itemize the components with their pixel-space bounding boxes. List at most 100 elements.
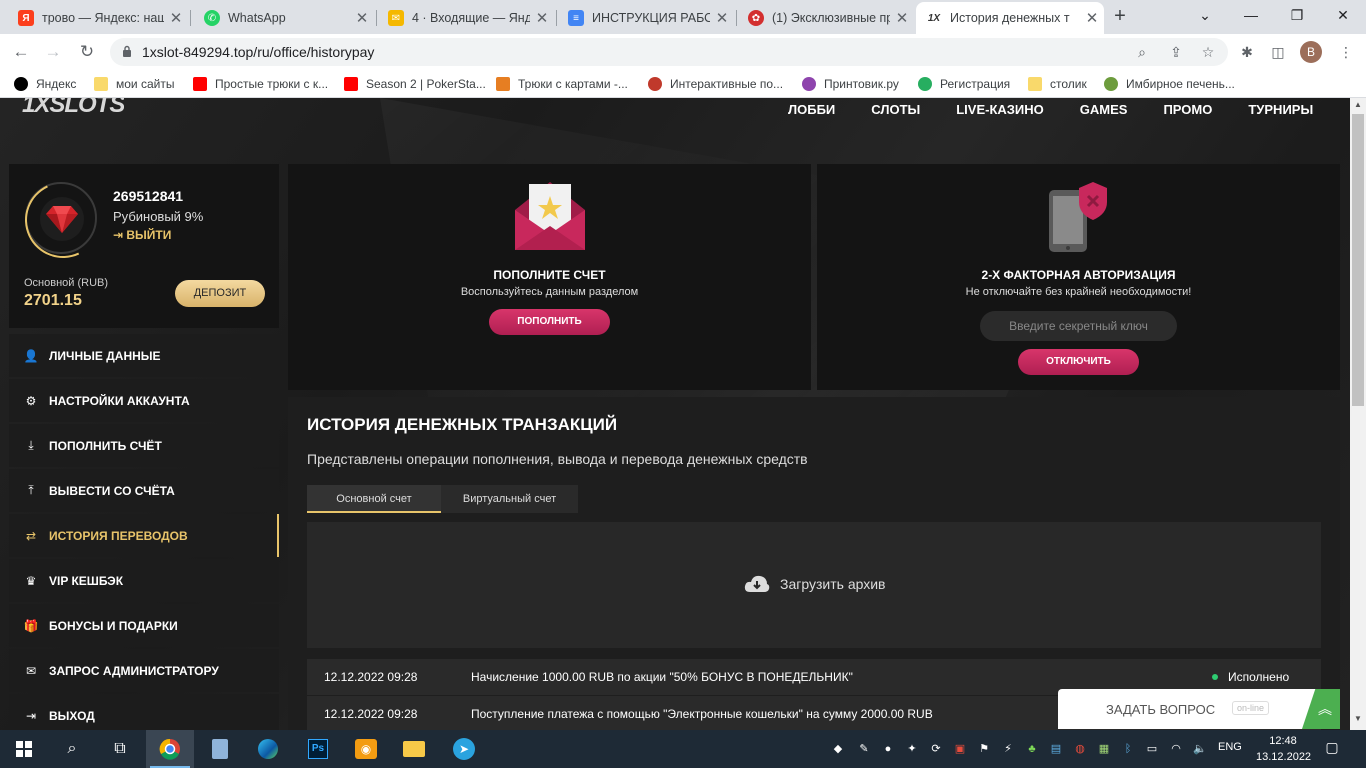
menu-item-transfer-history[interactable]: ⇄ ИСТОРИЯ ПЕРЕВОДОВ (9, 514, 279, 557)
browser-tab-docs[interactable]: ≡ ИНСТРУКЦИЯ РАБОТ ✕ (558, 2, 734, 34)
menu-item-account-settings[interactable]: ⚙ НАСТРОЙКИ АККАУНТА (9, 379, 279, 422)
browser-menu-icon[interactable]: ⋮ (1336, 42, 1356, 62)
download-archive-button[interactable]: Загрузить архив (744, 574, 886, 594)
notifications-icon[interactable]: ▢ (1322, 739, 1342, 759)
tray-app-icon[interactable]: ▦ (1096, 741, 1112, 757)
close-tab-icon[interactable]: ✕ (710, 9, 734, 27)
tray-app-icon[interactable]: ⚡ (1000, 741, 1016, 757)
site-logo[interactable]: 1XSLOTS (22, 98, 124, 120)
eye-app-icon[interactable]: ◉ (342, 730, 390, 768)
tab-virtual-account[interactable]: Виртуальный счет (441, 485, 578, 513)
bookmark-item[interactable]: Интерактивные по... (648, 76, 783, 92)
nav-lobby[interactable]: ЛОББИ (788, 102, 835, 117)
volume-icon[interactable]: 🔈 (1192, 741, 1208, 757)
bookmark-star-icon[interactable]: ☆ (1198, 42, 1218, 62)
search-icon[interactable]: ⌕ (48, 730, 96, 768)
menu-item-deposit[interactable]: ⤓ ПОПОЛНИТЬ СЧЁТ (9, 424, 279, 467)
forward-button[interactable]: → (40, 39, 66, 65)
close-tab-icon[interactable]: ✕ (1080, 9, 1104, 27)
tray-app-icon[interactable]: ⚑ (976, 741, 992, 757)
calculator-icon[interactable] (196, 730, 244, 768)
tab-main-account[interactable]: Основной счет (307, 485, 441, 513)
nav-tournaments[interactable]: ТУРНИРЫ (1248, 102, 1313, 117)
browser-tab-whatsapp[interactable]: ✆ WhatsApp ✕ (194, 2, 374, 34)
system-clock[interactable]: 12:48 13.12.2022 (1256, 733, 1312, 765)
menu-item-withdraw[interactable]: ⤒ ВЫВЕСТИ СО СЧЁТА (9, 469, 279, 512)
top-up-button[interactable]: ПОПОЛНИТЬ (489, 309, 610, 335)
nav-live-casino[interactable]: LIVE-КАЗИНО (956, 102, 1044, 117)
start-button[interactable] (0, 730, 48, 768)
maximize-button[interactable]: ❐ (1274, 0, 1320, 30)
bookmark-item[interactable]: мои сайты (94, 76, 174, 92)
extensions-icon[interactable]: ✱ (1237, 42, 1257, 62)
scroll-down-icon[interactable]: ▼ (1350, 712, 1366, 726)
task-view-icon[interactable]: ⧉ (96, 730, 144, 768)
battery-icon[interactable]: ▭ (1144, 741, 1160, 757)
browser-tab-exclusive[interactable]: ✿ (1) Эксклюзивные пр ✕ (738, 2, 914, 34)
browser-tab-yandex[interactable]: Я трово — Яндекс: наш ✕ (8, 2, 188, 34)
tray-app-icon[interactable]: ♣ (1024, 741, 1040, 757)
tray-chrome-icon[interactable]: ● (880, 741, 896, 757)
tray-app-icon[interactable]: ▤ (1048, 741, 1064, 757)
profile-avatar[interactable]: В (1300, 41, 1322, 63)
deposit-button[interactable]: ДЕПОЗИТ (175, 280, 265, 307)
bookmark-item[interactable]: столик (1028, 76, 1087, 92)
lock-icon[interactable] (122, 45, 132, 57)
nav-promo[interactable]: ПРОМО (1163, 102, 1212, 117)
bluetooth-icon[interactable]: ᛒ (1120, 741, 1136, 757)
menu-item-exit[interactable]: ⇥ ВЫХОД (9, 694, 279, 730)
secret-key-input[interactable] (980, 311, 1177, 341)
tray-app-icon[interactable]: ◆ (830, 741, 846, 757)
bookmark-item[interactable]: Регистрация (918, 76, 1010, 92)
chevron-up-icon[interactable]: ︽ (1302, 689, 1340, 729)
bookmark-item[interactable]: Season 2 | PokerSta... (344, 76, 486, 92)
tray-app-icon[interactable]: ✎ (856, 741, 872, 757)
telegram-icon[interactable]: ➤ (440, 730, 488, 768)
scrollbar-thumb[interactable] (1352, 114, 1364, 406)
menu-item-personal-data[interactable]: 👤 ЛИЧНЫЕ ДАННЫЕ (9, 334, 279, 377)
chrome-taskbar-icon[interactable] (146, 730, 194, 768)
photoshop-icon[interactable]: Ps (294, 730, 342, 768)
tray-app-icon[interactable]: ▣ (952, 741, 968, 757)
close-tab-icon[interactable]: ✕ (164, 9, 188, 27)
browser-tab-active[interactable]: 1X История денежных т ✕ (916, 2, 1104, 34)
clock-date: 13.12.2022 (1256, 751, 1312, 763)
edge-icon[interactable] (244, 730, 292, 768)
close-window-button[interactable]: ✕ (1320, 0, 1366, 30)
menu-item-vip-cashback[interactable]: ♛ VIP КЕШБЭК (9, 559, 279, 602)
minimize-button[interactable]: — (1228, 0, 1274, 30)
menu-item-admin-request[interactable]: ✉ ЗАПРОС АДМИНИСТРАТОРУ (9, 649, 279, 692)
logout-link[interactable]: ⇥ ВЫЙТИ (113, 228, 171, 242)
tray-app-icon[interactable]: ◍ (1072, 741, 1088, 757)
reload-button[interactable]: ↻ (74, 39, 100, 65)
language-indicator[interactable]: ENG (1218, 741, 1242, 753)
bookmark-item[interactable]: Яндекс (14, 76, 76, 92)
back-button[interactable]: ← (8, 39, 34, 65)
browser-tab-yandex-mail[interactable]: ✉ 4 · Входящие — Янде ✕ (378, 2, 554, 34)
menu-item-bonuses[interactable]: 🎁 БОНУСЫ И ПОДАРКИ (9, 604, 279, 647)
side-panel-icon[interactable]: ◫ (1268, 42, 1288, 62)
bookmark-item[interactable]: Простые трюки с к... (193, 76, 328, 92)
bookmark-item[interactable]: Принтовик.ру (802, 76, 899, 92)
close-tab-icon[interactable]: ✕ (530, 9, 554, 27)
bookmark-item[interactable]: Имбирное печень... (1104, 76, 1235, 92)
bookmark-item[interactable]: Трюки с картами -... (496, 76, 628, 92)
new-tab-button[interactable]: + (1108, 5, 1132, 29)
url-text[interactable]: 1xslot-849294.top/ru/office/historypay (142, 44, 374, 60)
tray-app-icon[interactable]: ✦ (904, 741, 920, 757)
scroll-up-icon[interactable]: ▲ (1350, 98, 1366, 112)
tray-app-icon[interactable]: ⟳ (928, 741, 944, 757)
nav-games[interactable]: GAMES (1080, 102, 1128, 117)
close-tab-icon[interactable]: ✕ (890, 9, 914, 27)
disable-2fa-button[interactable]: ОТКЛЮЧИТЬ (1018, 349, 1139, 375)
close-tab-icon[interactable]: ✕ (350, 9, 374, 27)
wifi-icon[interactable]: ◠ (1168, 741, 1184, 757)
zoom-icon[interactable]: ⌕ (1132, 42, 1152, 62)
share-icon[interactable]: ⇪ (1166, 42, 1186, 62)
file-explorer-icon[interactable] (390, 730, 438, 768)
nav-slots[interactable]: СЛОТЫ (871, 102, 920, 117)
address-bar[interactable]: 1xslot-849294.top/ru/office/historypay ⌕… (110, 38, 1228, 66)
cloud-download-icon (744, 575, 770, 592)
tab-search-button[interactable]: ⌄ (1182, 0, 1228, 30)
ask-question-widget[interactable]: ЗАДАТЬ ВОПРОС on-line ︽ (1058, 689, 1340, 729)
